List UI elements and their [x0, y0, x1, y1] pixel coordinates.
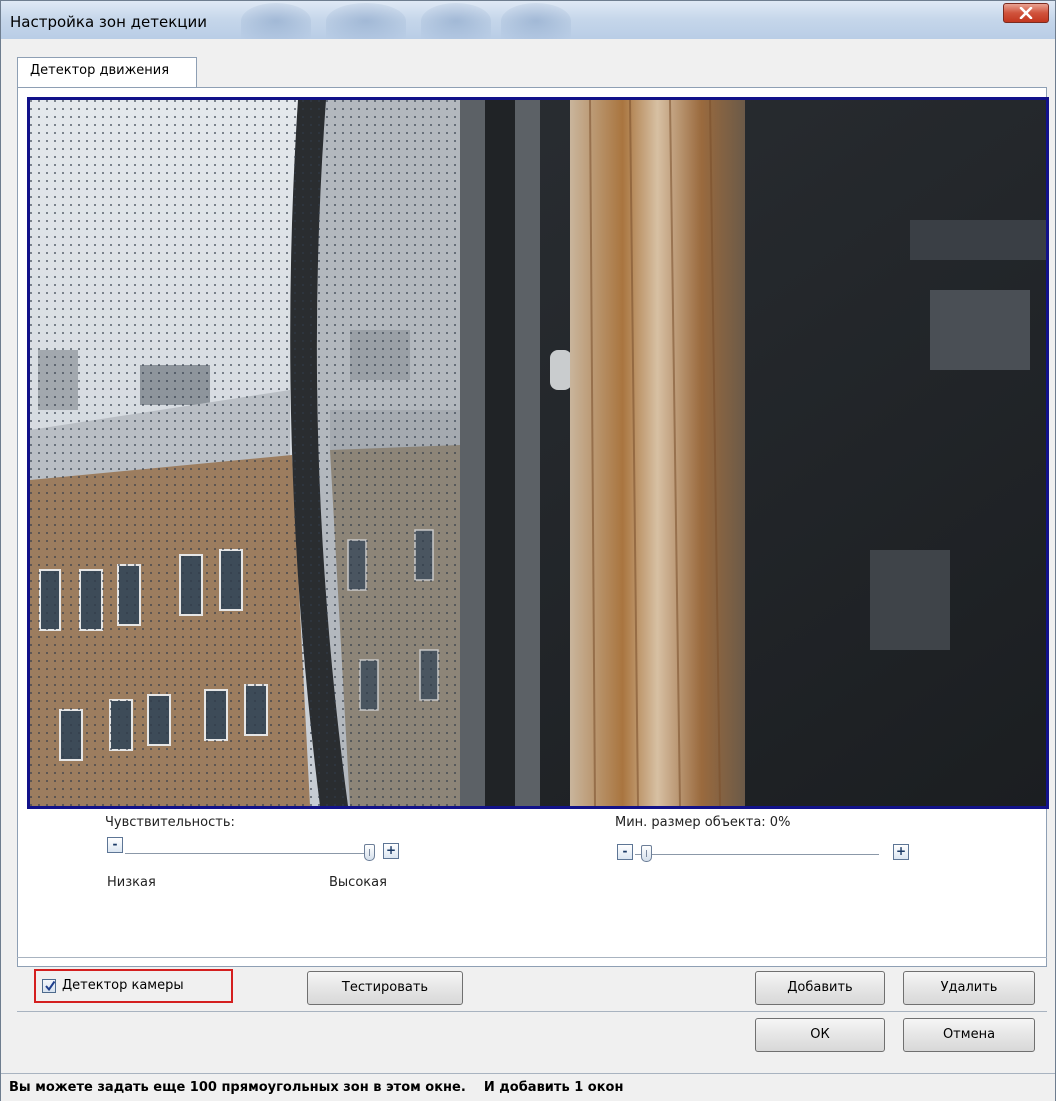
add-button[interactable]: Добавить	[755, 971, 885, 1005]
min-object-slider-thumb[interactable]	[641, 845, 652, 862]
test-button[interactable]: Тестировать	[307, 971, 463, 1005]
min-object-size-label: Мин. размер объекта: 0%	[615, 815, 791, 830]
window-title: Настройка зон детекции	[10, 13, 207, 31]
tab-motion-detector[interactable]: Детектор движения	[17, 57, 197, 87]
camera-frame-image	[30, 100, 1046, 806]
checkmark-icon	[45, 980, 56, 992]
status-bar: Вы можете задать еще 100 прямоугольных з…	[1, 1073, 1055, 1101]
sensitivity-minus-button[interactable]: -	[107, 837, 123, 853]
sensitivity-max-label: Высокая	[329, 875, 387, 890]
min-object-track[interactable]	[635, 854, 879, 855]
glass-decoration	[241, 3, 311, 39]
separator	[17, 1011, 1047, 1012]
sensitivity-track[interactable]	[125, 853, 375, 854]
title-bar[interactable]: Настройка зон детекции	[1, 1, 1055, 39]
sensitivity-plus-button[interactable]: +	[383, 843, 399, 859]
min-object-plus-button[interactable]: +	[893, 844, 909, 860]
glass-decoration	[501, 3, 571, 39]
sensitivity-min-label: Низкая	[107, 875, 156, 890]
camera-detector-checkbox[interactable]	[42, 979, 56, 993]
camera-video-preview[interactable]	[27, 97, 1049, 809]
min-object-minus-button[interactable]: -	[617, 844, 633, 860]
detection-zones-window: Настройка зон детекции Детектор движения	[0, 0, 1056, 1101]
glass-decoration	[421, 3, 491, 39]
tab-label: Детектор движения	[30, 63, 170, 78]
status-message: Вы можете задать еще 100 прямоугольных з…	[9, 1080, 624, 1095]
ok-button[interactable]: ОК	[755, 1018, 885, 1052]
camera-detector-highlight: Детектор камеры	[34, 969, 233, 1003]
delete-button[interactable]: Удалить	[903, 971, 1035, 1005]
sensitivity-slider-thumb[interactable]	[364, 844, 375, 861]
sensitivity-label: Чувствительность:	[105, 815, 235, 830]
tab-strip: Детектор движения	[17, 57, 1047, 87]
camera-detector-label[interactable]: Детектор камеры	[62, 978, 184, 993]
cancel-button[interactable]: Отмена	[903, 1018, 1035, 1052]
glass-decoration	[326, 3, 406, 39]
close-icon	[1019, 7, 1033, 19]
close-button[interactable]	[1003, 3, 1049, 23]
separator	[17, 957, 1047, 958]
